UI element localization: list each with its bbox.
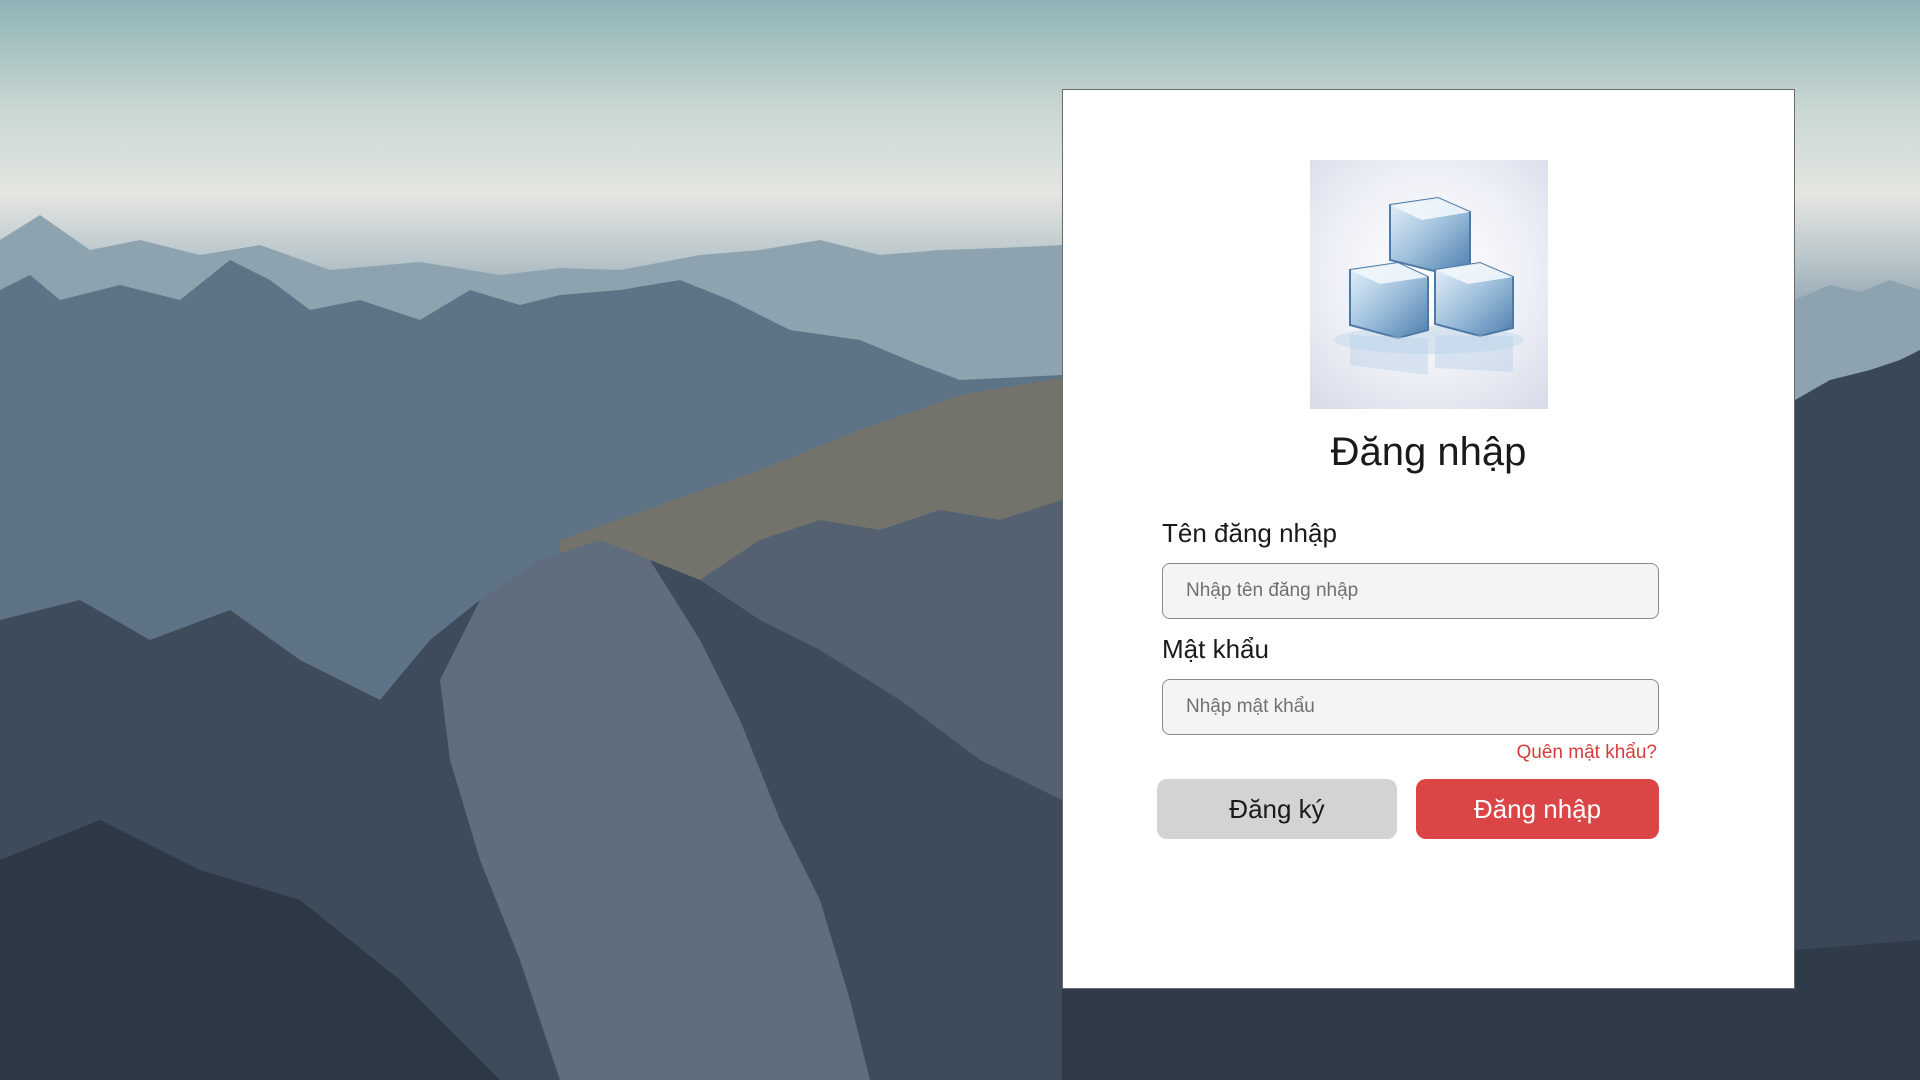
- password-input[interactable]: [1162, 679, 1659, 735]
- username-label: Tên đăng nhập: [1162, 518, 1337, 548]
- ice-cubes-logo: [1310, 160, 1548, 409]
- page-title: Đăng nhập: [1330, 430, 1527, 474]
- password-label: Mật khẩu: [1162, 634, 1269, 664]
- login-button[interactable]: Đăng nhập: [1416, 779, 1659, 839]
- username-input[interactable]: [1162, 563, 1659, 619]
- login-card: Đăng nhập Tên đăng nhập Mật khẩu Quên mậ…: [1062, 89, 1795, 989]
- ice-cubes-icon: [1334, 196, 1524, 375]
- register-button[interactable]: Đăng ký: [1157, 779, 1397, 839]
- forgot-password-link[interactable]: Quên mật khẩu?: [1517, 742, 1657, 764]
